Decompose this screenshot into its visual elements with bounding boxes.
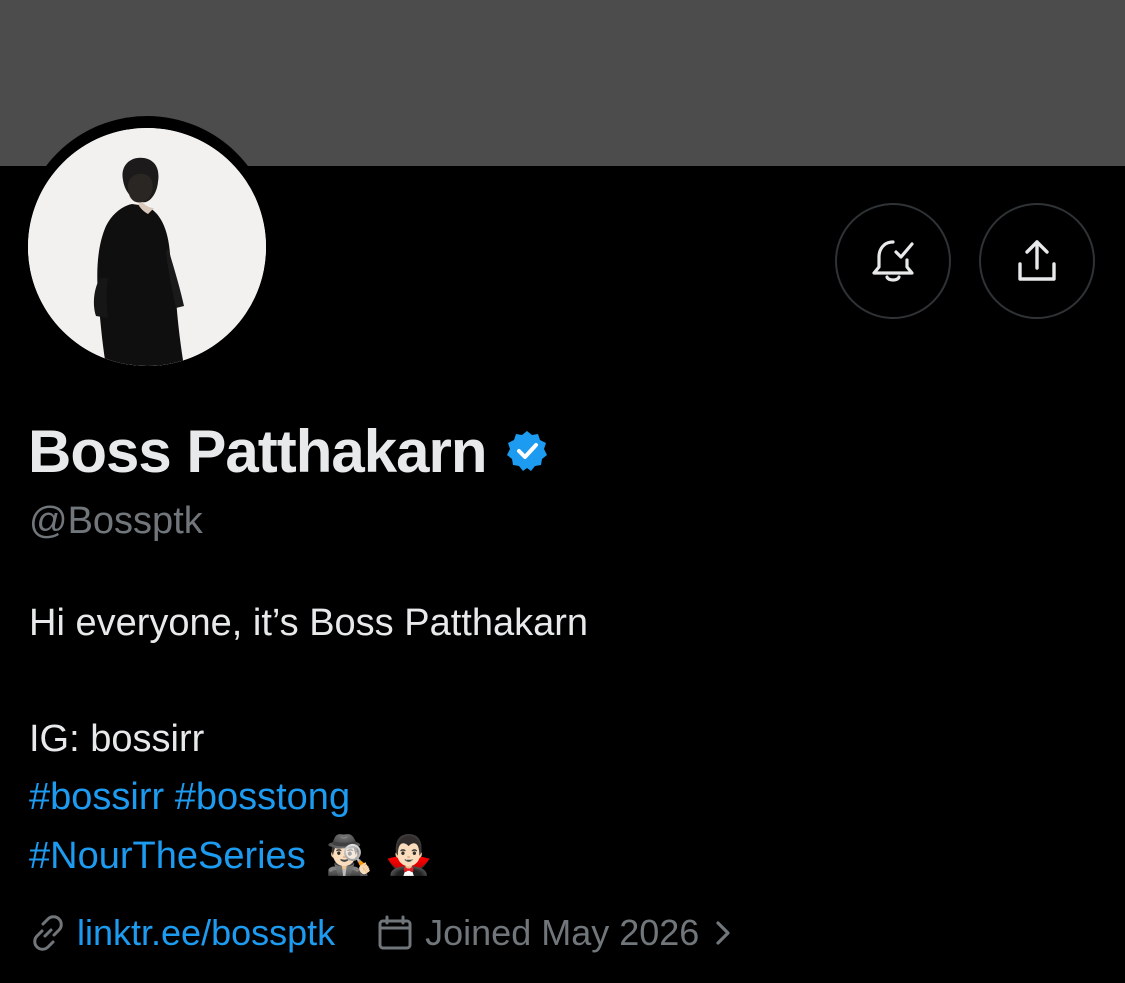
hashtag-link[interactable]: #bosstong [175, 776, 350, 818]
share-button[interactable] [979, 203, 1095, 319]
profile-website-link[interactable]: linktr.ee/bossptk [77, 912, 335, 954]
avatar[interactable] [28, 128, 266, 366]
joined-date: Joined May 2026 [425, 912, 700, 953]
verified-badge-icon[interactable] [505, 429, 549, 473]
link-icon [29, 914, 67, 952]
share-icon [1018, 240, 1056, 281]
bio-line: IG: bossirr [29, 718, 205, 760]
calendar-icon [377, 915, 413, 951]
detective-emoji: 🕵🏻‍♂️ [325, 835, 374, 877]
hashtag-link[interactable]: #NourTheSeries [29, 835, 306, 878]
bio-hashtags: #bossirr #bosstong [29, 776, 350, 819]
user-handle: @Bossptk [29, 500, 203, 542]
vampire-emoji: 🧛🏻‍♂️ [385, 835, 433, 877]
profile-meta-row: linktr.ee/bossptk Joined May 2026 [29, 910, 733, 956]
avatar-photo [28, 128, 266, 366]
notifications-button[interactable] [835, 203, 951, 319]
bio-hashtags: #NourTheSeries 🕵🏻‍♂️ 🧛🏻‍♂️ [29, 834, 432, 878]
display-name: Boss Patthakarn [28, 417, 487, 485]
bio-line: Hi everyone, it’s Boss Patthakarn [29, 602, 589, 644]
hashtag-link[interactable]: #bossirr [29, 776, 164, 818]
chevron-right-icon[interactable] [713, 918, 733, 948]
profile-name-row: Boss Patthakarn [28, 417, 549, 485]
bell-check-icon [872, 240, 914, 282]
